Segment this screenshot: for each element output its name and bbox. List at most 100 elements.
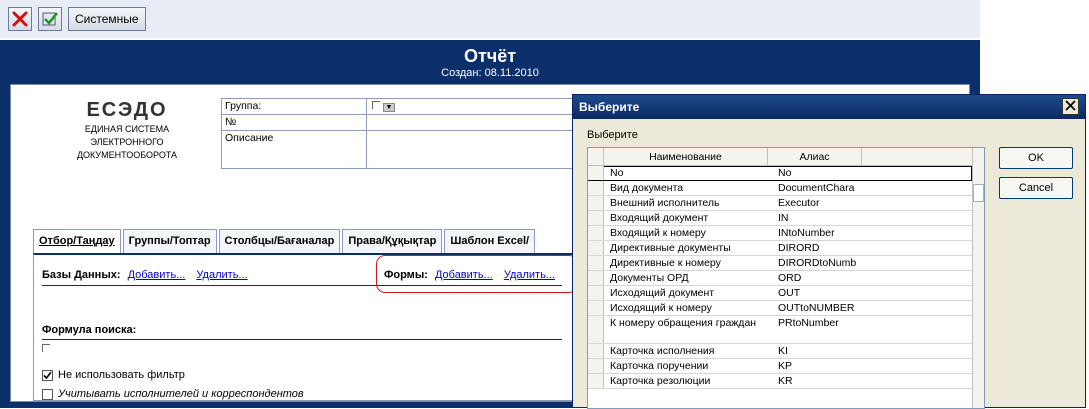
- row-alias: KR: [778, 375, 793, 387]
- table-row[interactable]: No No: [588, 166, 972, 181]
- row-indicator: [588, 374, 604, 388]
- row-alias: KI: [778, 345, 788, 357]
- row-indicator: [588, 286, 604, 300]
- ok-button[interactable]: OK: [999, 147, 1073, 169]
- row-name: Документы ОРД: [610, 272, 689, 284]
- dropdown-icon[interactable]: ▼: [382, 103, 395, 112]
- row-alias: Executor: [778, 197, 820, 209]
- row-alias: IN: [778, 212, 789, 224]
- scrollbar-thumb[interactable]: [973, 184, 984, 202]
- row-alias: OUT: [778, 287, 801, 299]
- header-alias[interactable]: Алиас: [768, 148, 862, 166]
- highlight-annotation: [376, 255, 578, 293]
- formula-input[interactable]: [42, 339, 562, 357]
- green-check-icon: [42, 11, 58, 27]
- report-created-date: Создан: 08.11.2010: [441, 67, 539, 79]
- no-filter-row[interactable]: Не использовать фильтр: [42, 369, 185, 381]
- table-row[interactable]: Входящий документ IN: [588, 211, 972, 226]
- toolbar-background: [0, 0, 980, 38]
- description-field[interactable]: [366, 130, 581, 169]
- table-row[interactable]: Карточка резолюции KR: [588, 374, 972, 389]
- table-row[interactable]: Директивные к номеру DIRORDtoNumb: [588, 256, 972, 271]
- row-indicator: [588, 226, 604, 240]
- table-row[interactable]: Вид документа DocumentChara: [588, 181, 972, 196]
- tab-rights[interactable]: Права/Құқықтар: [342, 229, 443, 253]
- tab-excel-template[interactable]: Шаблон Excel/: [444, 229, 536, 253]
- consider-checkbox[interactable]: [42, 388, 53, 400]
- close-icon: [1065, 99, 1076, 114]
- logo-subtitle-3: ДОКУМЕНТООБОРОТА: [76, 150, 178, 160]
- logo-subtitle-1: ЕДИНАЯ СИСТЕМА: [84, 124, 170, 134]
- row-alias: DIRORDtoNumb: [778, 257, 857, 269]
- row-name: Директивные к номеру: [610, 257, 721, 269]
- row-name: Карточка поручении: [610, 360, 709, 372]
- top-toolbar: Системные: [0, 0, 1089, 38]
- tab-columns[interactable]: Столбцы/Бағаналар: [218, 229, 341, 253]
- row-alias: OUTtoNUMBER: [778, 302, 855, 314]
- row-alias: KP: [778, 360, 793, 372]
- logo-title: ЕСЭДО: [86, 99, 168, 121]
- row-name: Вид документа: [610, 182, 684, 194]
- consider-label: Учитывать исполнителей и корреспондентов: [58, 388, 304, 400]
- table-row[interactable]: Внешний исполнитель Executor: [588, 196, 972, 211]
- row-indicator: [588, 301, 604, 315]
- group-label: Группа:: [221, 98, 367, 115]
- no-filter-checkbox[interactable]: [42, 369, 53, 381]
- dialog-close-button[interactable]: [1062, 98, 1079, 115]
- table-row[interactable]: Исходящий документ OUT: [588, 286, 972, 301]
- dialog-titlebar: Выберите: [573, 95, 1085, 119]
- row-name: No: [610, 167, 624, 179]
- report-title: Отчёт: [463, 46, 517, 66]
- row-name: Внешний исполнитель: [610, 197, 720, 209]
- table-row[interactable]: Входящий к номеру INtoNumber: [588, 226, 972, 241]
- confirm-button[interactable]: [38, 7, 62, 31]
- row-name: Директивные документы: [610, 242, 731, 254]
- row-alias: DocumentChara: [778, 182, 855, 194]
- report-properties-table: Группа: ▼ № Описание: [221, 98, 581, 169]
- row-indicator: [588, 241, 604, 255]
- table-row[interactable]: К номеру обращения граждан PRtoNumber: [588, 316, 972, 344]
- row-indicator: [588, 211, 604, 225]
- row-name: Карточка резолюции: [610, 375, 711, 387]
- row-indicator: [588, 256, 604, 270]
- filter-panel: Базы Данных: Добавить... Удалить... Форм…: [33, 253, 578, 401]
- red-x-icon: [12, 11, 28, 27]
- databases-remove-link[interactable]: Удалить...: [196, 269, 247, 281]
- logo-subtitle-2: ЭЛЕКТРОННОГО: [90, 137, 164, 147]
- number-label: №: [221, 114, 367, 131]
- table-row[interactable]: Документы ОРД ORD: [588, 271, 972, 286]
- table-row[interactable]: Карточка поручении KP: [588, 359, 972, 374]
- row-indicator: [588, 181, 604, 195]
- databases-label: Базы Данных:: [42, 269, 121, 281]
- row-alias: No: [778, 167, 792, 179]
- number-field[interactable]: [366, 114, 581, 131]
- grid-header: Наименование Алиас: [588, 148, 972, 166]
- row-alias: DIRORD: [778, 242, 820, 254]
- field-grid[interactable]: Наименование Алиас No No Вид документа Docu…: [587, 147, 985, 409]
- dialog-title: Выберите: [579, 100, 640, 114]
- tab-groups[interactable]: Группы/Топтар: [122, 229, 217, 253]
- table-row[interactable]: Карточка исполнения KI: [588, 344, 972, 359]
- select-dialog: Выберите Выберите Наименование Алиас No N…: [572, 94, 1086, 409]
- row-indicator: [588, 316, 604, 343]
- row-name: Входящий к номеру: [610, 227, 706, 239]
- header-name[interactable]: Наименование: [604, 148, 768, 166]
- group-field[interactable]: ▼: [366, 98, 581, 115]
- row-name: К номеру обращения граждан: [610, 317, 757, 329]
- grid-rows: No No Вид документа DocumentChara Внешний ис…: [588, 166, 972, 389]
- system-button[interactable]: Системные: [68, 7, 146, 31]
- cancel-button[interactable]: Cancel: [999, 177, 1073, 199]
- close-button[interactable]: [8, 7, 32, 31]
- databases-add-link[interactable]: Добавить...: [128, 269, 186, 281]
- row-indicator: [588, 271, 604, 285]
- tab-filter[interactable]: Отбор/Таңдау: [33, 229, 121, 253]
- grid-scrollbar[interactable]: [972, 148, 984, 408]
- table-row[interactable]: Директивные документы DIRORD: [588, 241, 972, 256]
- consider-row[interactable]: Учитывать исполнителей и корреспондентов: [42, 388, 304, 400]
- row-indicator: [588, 196, 604, 210]
- header-indicator: [588, 148, 604, 166]
- row-alias: ORD: [778, 272, 802, 284]
- row-name: Исходящий к номеру: [610, 302, 712, 314]
- row-name: Входящий документ: [610, 212, 709, 224]
- table-row[interactable]: Исходящий к номеру OUTtoNUMBER: [588, 301, 972, 316]
